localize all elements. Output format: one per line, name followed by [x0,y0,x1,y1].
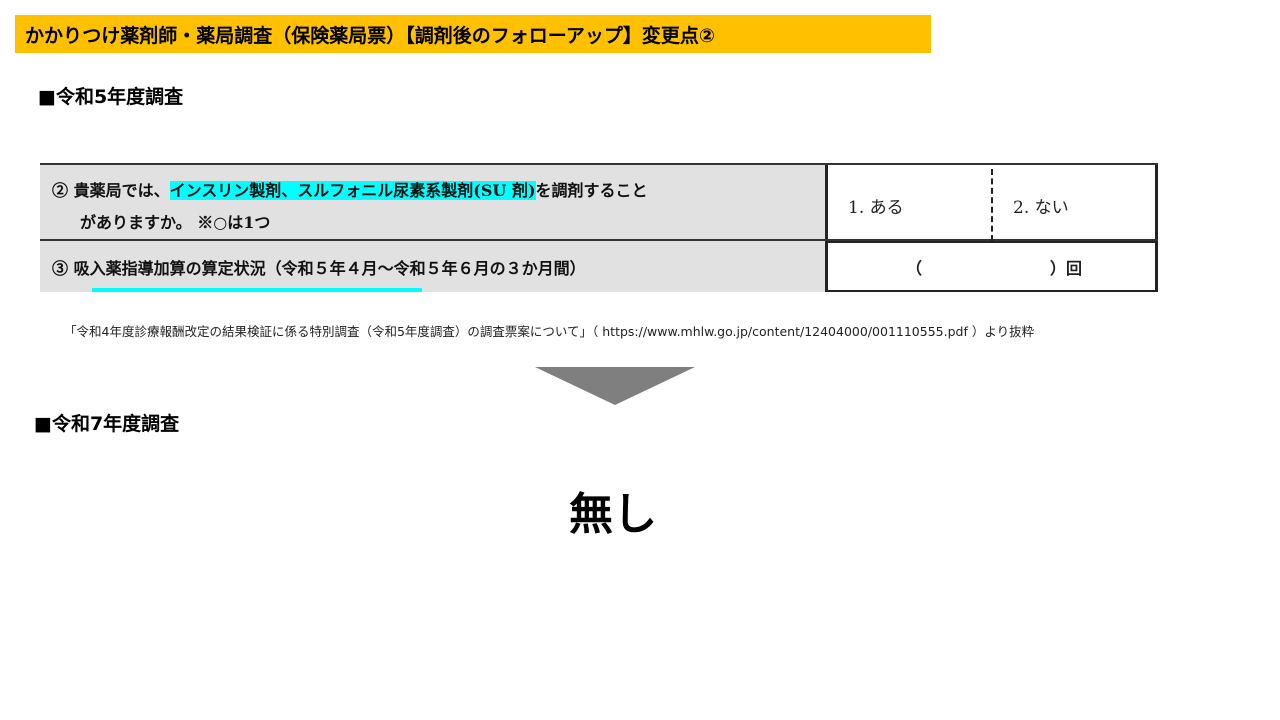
option-divider [991,169,993,241]
question-2-line1: ② 貴薬局では、インスリン製剤、スルフォニル尿素系製剤(SU 剤)を調剤すること [52,177,648,201]
question-3-answer-cell: （ ）回 [828,241,1158,292]
table-row-question-3: ③ 吸入薬指導加算の算定状況（令和５年４月～令和５年６月の３か月間） （ ）回 [40,241,1158,292]
question-2-number: ② [52,181,69,200]
result-none-text: 無し [569,489,657,540]
section-heading-r5: ■令和5年度調査 [38,86,184,108]
table-row-question-2: ② 貴薬局では、インスリン製剤、スルフォニル尿素系製剤(SU 剤)を調剤すること… [40,163,1158,241]
answer-open-paren: （ [906,259,923,278]
question-3-text: ③ 吸入薬指導加算の算定状況（令和５年４月～令和５年６月の３か月間） [52,259,586,278]
question-2-highlight: インスリン製剤、スルフォニル尿素系製剤(SU 剤) [169,181,536,200]
down-arrow-icon [535,367,695,405]
slide-title-text: かかりつけ薬剤師・薬局調査（保険薬局票）【調剤後のフォローアップ】変更点② [25,24,716,47]
slide-title: かかりつけ薬剤師・薬局調査（保険薬局票）【調剤後のフォローアップ】変更点② [15,15,931,53]
question-2-answer-cell: 1. ある 2. ない [828,165,1158,241]
source-citation: 「令和4年度診療報酬改定の結果検証に係る特別調査（令和5年度調査）の調査票案につ… [64,324,1035,339]
section-heading-r7: ■令和7年度調査 [34,413,180,435]
option-yes: 1. ある [848,198,904,218]
cropped-highlight-strip [92,288,422,292]
question-2-cell: ② 貴薬局では、インスリン製剤、スルフォニル尿素系製剤(SU 剤)を調剤すること… [40,165,828,239]
answer-close-paren: ）回 [1050,259,1083,278]
answer-box-border [828,241,1158,292]
survey-question-table: ② 貴薬局では、インスリン製剤、スルフォニル尿素系製剤(SU 剤)を調剤すること… [40,163,1158,292]
question-2-line2: がありますか。 ※○は1つ [80,213,271,232]
question-3-cell: ③ 吸入薬指導加算の算定状況（令和５年４月～令和５年６月の３か月間） [40,241,828,292]
option-no: 2. ない [1013,198,1069,218]
question-2-prefix: 貴薬局では、 [73,181,170,200]
question-2-suffix: を調剤すること [535,181,648,200]
